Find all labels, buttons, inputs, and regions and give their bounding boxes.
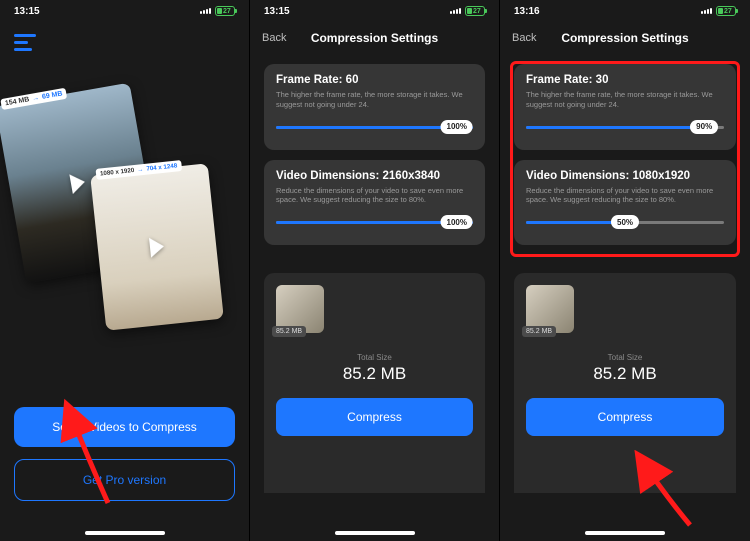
battery-icon: 27 [465,6,485,16]
frame-rate-desc: The higher the frame rate, the more stor… [276,90,473,110]
home-indicator[interactable] [85,531,165,535]
select-videos-button[interactable]: Select Videos to Compress [14,407,235,447]
total-size-label: Total Size [526,353,724,362]
settings-screen-a: 13:15 27 Back Compression Settings Frame… [250,0,500,541]
slider-knob[interactable]: 50% [611,215,639,229]
video-size-badge: 85.2 MB [522,326,556,337]
frame-rate-heading: Frame Rate: 60 [276,74,473,86]
frame-rate-slider[interactable]: 100% [276,120,473,134]
dimensions-desc: Reduce the dimensions of your video to s… [276,186,473,206]
slider-knob[interactable]: 90% [690,120,718,134]
slider-knob[interactable]: 100% [441,215,473,229]
frame-rate-desc: The higher the frame rate, the more stor… [526,90,724,110]
video-thumbnail[interactable]: 85.2 MB [276,285,324,333]
frame-rate-slider[interactable]: 90% [526,120,724,134]
dimensions-heading: Video Dimensions: 2160x3840 [276,170,473,182]
frame-rate-card: Frame Rate: 30 The higher the frame rate… [514,64,736,150]
total-size-value: 85.2 MB [526,364,724,384]
video-size-badge: 85.2 MB [272,326,306,337]
signal-icon [701,8,712,14]
nav-bar: Back Compression Settings [250,22,499,54]
compress-button[interactable]: Compress [526,398,724,436]
dimensions-card: Video Dimensions: 1080x1920 Reduce the d… [514,160,736,246]
total-size-value: 85.2 MB [276,364,473,384]
results-card: 85.2 MB Total Size 85.2 MB Compress [264,273,485,493]
frame-rate-heading: Frame Rate: 30 [526,74,724,86]
nav-title: Compression Settings [500,31,750,45]
home-screen: 13:15 27 154 MB → 69 MB [0,0,250,541]
frame-rate-card: Frame Rate: 60 The higher the frame rate… [264,64,485,150]
nav-bar: Back Compression Settings [500,22,750,54]
battery-icon: 27 [215,6,235,16]
dimensions-card: Video Dimensions: 2160x3840 Reduce the d… [264,160,485,246]
dimensions-slider[interactable]: 100% [276,215,473,229]
compress-button[interactable]: Compress [276,398,473,436]
status-bar: 13:15 27 [250,0,499,22]
play-icon [149,236,165,257]
dimensions-heading: Video Dimensions: 1080x1920 [526,170,724,182]
promo-graphic: 154 MB → 69 MB 1080 x 1920 → 704 x 1248 [0,73,249,353]
home-indicator[interactable] [335,531,415,535]
dimensions-desc: Reduce the dimensions of your video to s… [526,186,724,206]
clock: 13:15 [14,6,40,17]
results-card: 85.2 MB Total Size 85.2 MB Compress [514,273,736,493]
slider-knob[interactable]: 100% [441,120,473,134]
get-pro-button[interactable]: Get Pro version [14,459,235,501]
battery-icon: 27 [716,6,736,16]
status-bar: 13:15 27 [0,0,249,22]
settings-screen-b: 13:16 27 Back Compression Settings Frame… [500,0,750,541]
signal-icon [200,8,211,14]
nav-title: Compression Settings [250,31,499,45]
signal-icon [450,8,461,14]
promo-thumb-2: 1080 x 1920 → 704 x 1248 [90,163,224,330]
dimensions-slider[interactable]: 50% [526,215,724,229]
status-bar: 13:16 27 [500,0,750,22]
total-size-label: Total Size [276,353,473,362]
clock: 13:16 [514,6,540,17]
video-thumbnail[interactable]: 85.2 MB [526,285,574,333]
clock: 13:15 [264,6,290,17]
menu-icon[interactable] [14,34,36,51]
home-indicator[interactable] [585,531,665,535]
